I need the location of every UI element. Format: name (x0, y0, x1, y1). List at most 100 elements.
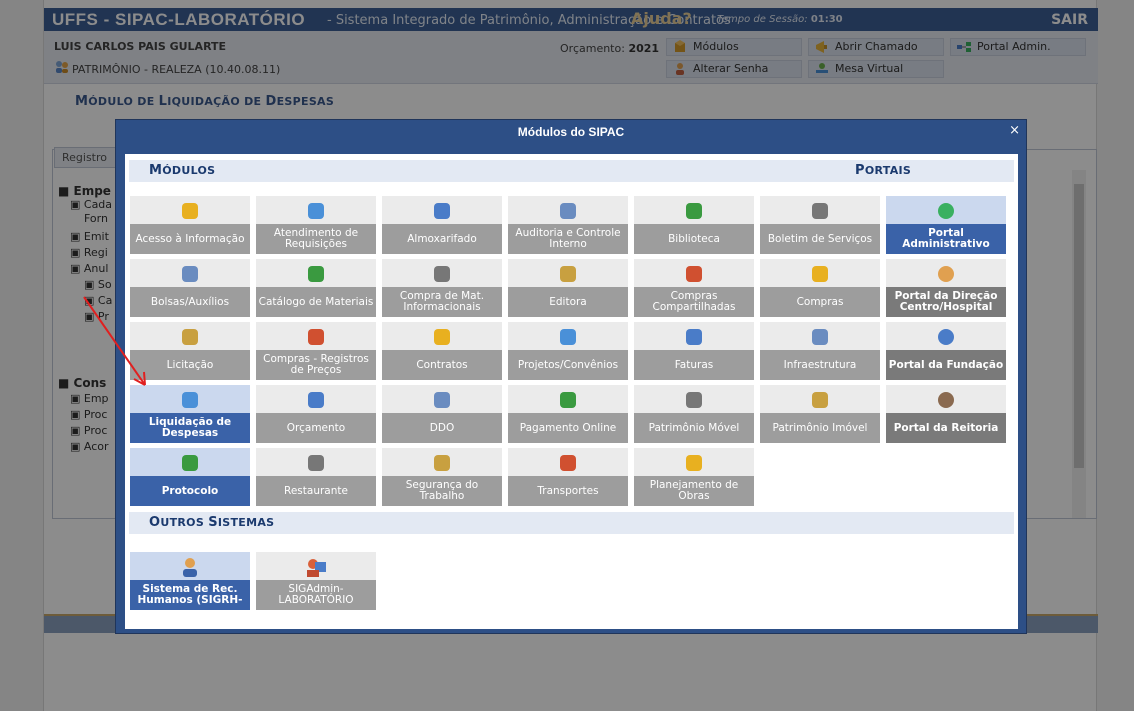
globe-icon (938, 329, 954, 345)
module-tile-label: Projetos/Convênios (508, 350, 628, 380)
portal-tile[interactable]: Portal da Direção Centro/Hospital (886, 259, 1006, 317)
module-tile-label: Transportes (508, 476, 628, 506)
module-tile[interactable]: Planejamento de Obras (634, 448, 754, 506)
module-tile[interactable]: Compra de Mat. Informacionais (382, 259, 502, 317)
other-systems-section-header: OUTROS SISTEMAS (129, 512, 1014, 534)
module-tile[interactable]: Acesso à Informação (130, 196, 250, 254)
module-tile-label: DDO (382, 413, 502, 443)
person-icon (938, 392, 954, 408)
document-check-icon (308, 203, 324, 219)
books-icon (686, 203, 702, 219)
module-tile-label: Compras Compartilhadas (634, 287, 754, 317)
module-tile-label: Faturas (634, 350, 754, 380)
dialog-body: MÓDULOS PORTAIS Acesso à Informação Atend… (125, 154, 1018, 629)
module-tile-label: Acesso à Informação (130, 224, 250, 254)
module-tile-label: Segurança do Trabalho (382, 476, 502, 506)
portal-tile-label: Portal da Direção Centro/Hospital (886, 287, 1006, 317)
module-tile-label: Almoxarifado (382, 224, 502, 254)
module-tile-label: Patrimônio Móvel (634, 413, 754, 443)
module-tile[interactable]: Protocolo (130, 448, 250, 506)
construction-icon (686, 455, 702, 471)
module-tile[interactable]: Compras (760, 259, 880, 317)
module-tile-label: Licitação (130, 350, 250, 380)
books-icon (560, 266, 576, 282)
monitor-icon (686, 392, 702, 408)
catalog-icon (308, 266, 324, 282)
module-tile-sigrh[interactable]: Sistema de Rec. Humanos (SIGRH- (130, 552, 250, 610)
modules-dialog: Módulos do SIPAC × MÓDULOS PORTAIS Acess… (115, 119, 1027, 634)
module-tile[interactable]: Boletim de Serviços (760, 196, 880, 254)
safety-icon (434, 455, 450, 471)
module-tile[interactable]: Transportes (508, 448, 628, 506)
module-tile[interactable]: Contratos (382, 322, 502, 380)
module-tile-label: Boletim de Serviços (760, 224, 880, 254)
module-tile[interactable]: Almoxarifado (382, 196, 502, 254)
module-tile[interactable]: Segurança do Trabalho (382, 448, 502, 506)
invoice-icon (686, 329, 702, 345)
network-icon (938, 203, 954, 219)
money-icon (308, 392, 324, 408)
magnifier-user-icon (560, 203, 576, 219)
cart-icon (686, 266, 702, 282)
module-tile-label: SIGAdmin-LABORATÓRIO (256, 580, 376, 610)
portal-tile[interactable]: Portal Administrativo (886, 196, 1006, 254)
module-tile[interactable]: DDO (382, 385, 502, 443)
module-tile-label: Sistema de Rec. Humanos (SIGRH- (130, 580, 250, 610)
worker-icon (812, 329, 828, 345)
module-tile-label: Infraestrutura (760, 350, 880, 380)
cart-icon (182, 392, 198, 408)
gears-icon (560, 329, 576, 345)
module-tile-label: Compras (760, 287, 880, 317)
portal-tile-label: Portal da Fundação (886, 350, 1006, 380)
info-icon (182, 203, 198, 219)
module-tile[interactable]: Liquidação de Despesas (130, 385, 250, 443)
module-tile[interactable]: Licitação (130, 322, 250, 380)
portal-tile-label: Portal Administrativo (886, 224, 1006, 254)
module-tile-label: Liquidação de Despesas (130, 413, 250, 443)
module-tile-label: Patrimônio Imóvel (760, 413, 880, 443)
module-tile[interactable]: Patrimônio Imóvel (760, 385, 880, 443)
module-tile[interactable]: Auditoria e Controle Interno (508, 196, 628, 254)
module-tile[interactable]: Biblioteca (634, 196, 754, 254)
module-tile[interactable]: Pagamento Online (508, 385, 628, 443)
module-tile[interactable]: Orçamento (256, 385, 376, 443)
module-tile-label: Biblioteca (634, 224, 754, 254)
module-tile[interactable]: Faturas (634, 322, 754, 380)
module-tile[interactable]: Compras Compartilhadas (634, 259, 754, 317)
dialog-title: Módulos do SIPAC (517, 125, 625, 139)
document-icon (812, 203, 828, 219)
module-tile[interactable]: Patrimônio Móvel (634, 385, 754, 443)
admin-computer-icon (307, 559, 326, 577)
module-tile-label: Planejamento de Obras (634, 476, 754, 506)
users-icon (938, 266, 954, 282)
module-tile[interactable]: Atendimento de Requisições (256, 196, 376, 254)
module-tile-sigadmin[interactable]: SIGAdmin-LABORATÓRIO (256, 552, 376, 610)
module-tile-label: Protocolo (130, 476, 250, 506)
person-icon (183, 558, 197, 577)
module-tile[interactable]: Bolsas/Auxílios (130, 259, 250, 317)
module-tile[interactable]: Infraestrutura (760, 322, 880, 380)
cup-icon (308, 455, 324, 471)
close-icon[interactable]: × (1009, 124, 1020, 138)
module-tile[interactable]: Editora (508, 259, 628, 317)
module-tile[interactable]: Restaurante (256, 448, 376, 506)
portals-section-header: PORTAIS (855, 163, 912, 178)
module-tile-label: Compras - Registros de Preços (256, 350, 376, 380)
module-tile-label: Restaurante (256, 476, 376, 506)
building-icon (812, 392, 828, 408)
module-tile-label: Pagamento Online (508, 413, 628, 443)
module-tile-label: Catálogo de Materiais (256, 287, 376, 317)
portal-tile-label: Portal da Reitoria (886, 413, 1006, 443)
module-tile[interactable]: Compras - Registros de Preços (256, 322, 376, 380)
module-tile[interactable]: Projetos/Convênios (508, 322, 628, 380)
module-tile-label: Orçamento (256, 413, 376, 443)
boxes-icon (434, 203, 450, 219)
portal-tile[interactable]: Portal da Fundação (886, 322, 1006, 380)
bag-icon (434, 266, 450, 282)
module-tile-label: Compra de Mat. Informacionais (382, 287, 502, 317)
module-tile[interactable]: Catálogo de Materiais (256, 259, 376, 317)
portal-tile[interactable]: Portal da Reitoria (886, 385, 1006, 443)
module-tile-label: Bolsas/Auxílios (130, 287, 250, 317)
cart-list-icon (308, 329, 324, 345)
module-tile-label: Editora (508, 287, 628, 317)
